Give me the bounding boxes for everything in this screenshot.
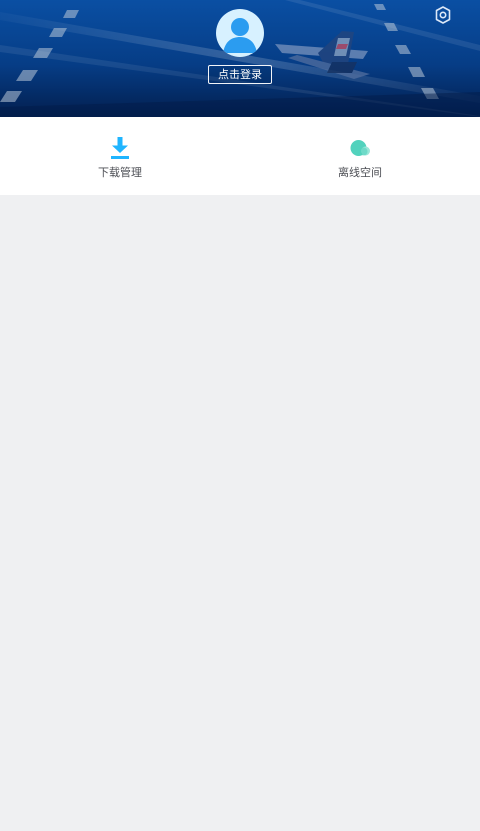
download-management-label: 下载管理 bbox=[98, 166, 142, 179]
offline-space-label: 离线空间 bbox=[338, 166, 382, 179]
profile-header: 点击登录 bbox=[0, 0, 480, 117]
user-avatar-icon[interactable] bbox=[216, 9, 264, 57]
empty-content-area bbox=[0, 195, 480, 831]
offline-space-icon bbox=[350, 140, 370, 156]
profile-page: 点击登录 下载管理 离线空间 bbox=[0, 0, 480, 831]
quick-actions-bar: 下载管理 离线空间 bbox=[0, 117, 480, 195]
settings-icon[interactable] bbox=[434, 6, 452, 24]
avatar-figure bbox=[223, 18, 257, 53]
offline-space-button[interactable]: 离线空间 bbox=[240, 117, 480, 195]
download-management-button[interactable]: 下载管理 bbox=[0, 117, 240, 195]
login-button[interactable]: 点击登录 bbox=[208, 65, 272, 84]
download-icon bbox=[111, 137, 129, 159]
